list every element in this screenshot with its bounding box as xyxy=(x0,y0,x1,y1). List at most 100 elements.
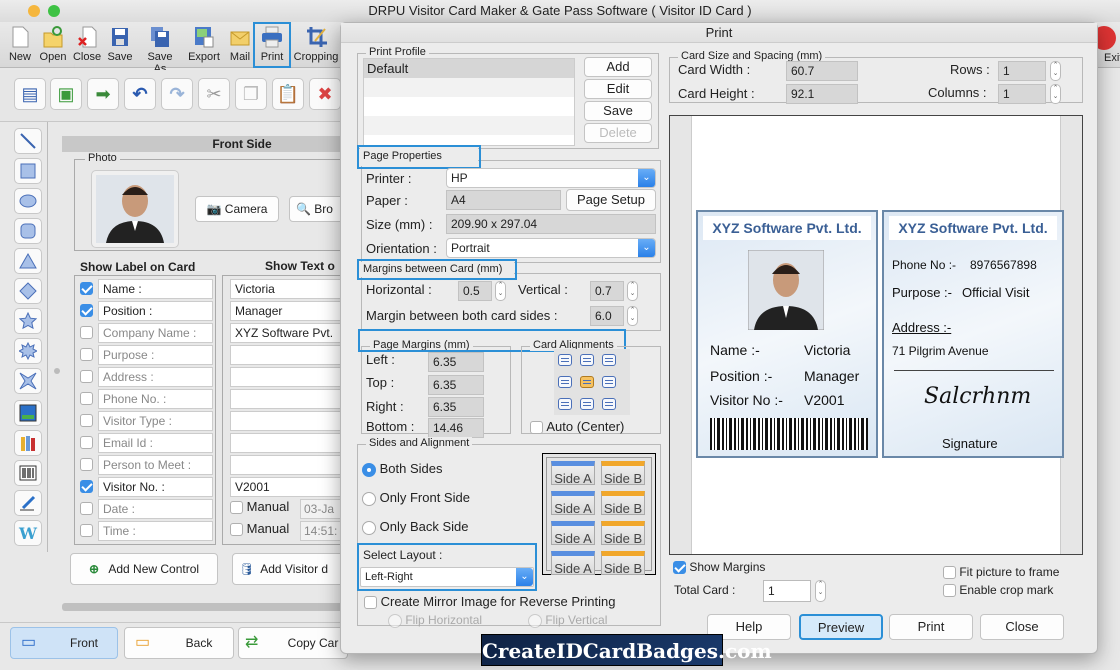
triangle-tool[interactable] xyxy=(14,248,42,274)
field-show-checkbox[interactable] xyxy=(80,282,93,295)
undo-button[interactable]: ↶ xyxy=(124,78,156,110)
tab-copy-card[interactable]: ⇄ Copy Car xyxy=(238,627,348,659)
delete-button[interactable]: ✖ xyxy=(309,78,341,110)
field-label-input[interactable]: Company Name : xyxy=(98,323,213,343)
paste-button[interactable]: 📋 xyxy=(272,78,304,110)
manual-option[interactable]: Manual 03-Ja xyxy=(230,499,352,519)
card-width-value[interactable]: 60.7 xyxy=(786,61,858,81)
orientation-select[interactable]: Portrait ⌄ xyxy=(446,238,656,258)
field-show-checkbox[interactable] xyxy=(80,370,93,383)
field-show-checkbox[interactable] xyxy=(80,392,93,405)
toolbar-close-button[interactable]: Close xyxy=(72,24,102,66)
field-label-input[interactable]: Purpose : xyxy=(98,345,213,365)
copy-button[interactable]: ❐ xyxy=(235,78,267,110)
show-margins-checkbox[interactable] xyxy=(673,561,686,575)
preview-button[interactable]: Preview xyxy=(799,614,883,640)
field-show-checkbox[interactable] xyxy=(80,414,93,427)
field-label-input[interactable]: Person to Meet : xyxy=(98,455,213,475)
manual-checkbox[interactable] xyxy=(230,523,243,537)
picture-tool[interactable] xyxy=(14,400,42,426)
toolbar-cropping-button[interactable]: Cropping xyxy=(292,24,340,66)
profile-item[interactable]: Default xyxy=(364,59,574,78)
text-tool-button[interactable]: ▤ xyxy=(14,78,46,110)
vertical-stepper[interactable]: ⌃ ⌄ xyxy=(627,281,638,301)
align-middle-left[interactable] xyxy=(558,376,572,388)
field-text-input[interactable] xyxy=(230,433,352,453)
field-label-input[interactable]: Visitor Type : xyxy=(98,411,213,431)
page-setup-button[interactable]: Page Setup xyxy=(566,189,656,211)
flip-vertical-radio[interactable]: Flip Vertical xyxy=(528,613,607,628)
visitor-photo[interactable] xyxy=(91,170,179,248)
fit-picture-option[interactable]: Fit picture to frame xyxy=(943,565,1059,580)
print-button[interactable]: Print xyxy=(889,614,973,640)
field-text-input[interactable] xyxy=(230,367,352,387)
right-margin-value[interactable]: 6.35 xyxy=(428,397,484,417)
both-sides-stepper[interactable]: ⌃ ⌄ xyxy=(627,306,638,326)
toolbar-save-as-button[interactable]: Save As xyxy=(140,24,180,75)
horizontal-scrollbar[interactable] xyxy=(62,603,352,611)
field-label-input[interactable]: Name : xyxy=(98,279,213,299)
align-bottom-right[interactable] xyxy=(602,398,616,410)
both-sides-radio[interactable]: Both Sides xyxy=(362,461,443,477)
left-margin-value[interactable]: 6.35 xyxy=(428,352,484,372)
align-top-center[interactable] xyxy=(580,354,594,366)
auto-center-option[interactable]: Auto (Center) xyxy=(530,419,624,435)
rectangle-tool[interactable] xyxy=(14,158,42,184)
rows-value[interactable]: 1 xyxy=(998,61,1046,81)
align-top-left[interactable] xyxy=(558,354,572,366)
field-label-input[interactable]: Position : xyxy=(98,301,213,321)
align-bottom-left[interactable] xyxy=(558,398,572,410)
fit-picture-checkbox[interactable] xyxy=(943,566,956,580)
splitter-handle[interactable] xyxy=(54,368,60,374)
columns-value[interactable]: 1 xyxy=(998,84,1046,104)
image-tool-button[interactable]: ▣ xyxy=(50,78,82,110)
radio-selected[interactable] xyxy=(362,462,376,477)
import-tool-button[interactable]: ➡ xyxy=(87,78,119,110)
burst-tool[interactable] xyxy=(14,338,42,364)
radio-disabled[interactable] xyxy=(528,613,542,628)
barcode-tool[interactable] xyxy=(14,460,42,486)
toolbar-print-button[interactable]: Print xyxy=(253,22,291,68)
align-middle-center[interactable] xyxy=(580,376,594,388)
radio-disabled[interactable] xyxy=(388,613,402,628)
mirror-image-checkbox[interactable] xyxy=(364,596,377,610)
profile-list[interactable]: Default xyxy=(363,58,575,146)
field-label-input[interactable]: Date : xyxy=(98,499,213,519)
line-tool[interactable] xyxy=(14,128,42,154)
total-card-input[interactable]: 1 xyxy=(763,580,811,602)
field-text-input[interactable] xyxy=(230,455,352,475)
tab-front[interactable]: ▭ Front xyxy=(10,627,118,659)
field-text-input[interactable]: Victoria xyxy=(230,279,352,299)
total-card-stepper[interactable]: ⌃ ⌄ xyxy=(815,580,826,602)
field-label-input[interactable]: Visitor No. : xyxy=(98,477,213,497)
only-back-radio[interactable]: Only Back Side xyxy=(362,519,469,535)
field-show-checkbox[interactable] xyxy=(80,502,93,515)
field-text-input[interactable] xyxy=(230,389,352,409)
toolbar-new-button[interactable]: New xyxy=(6,24,34,66)
profile-edit-button[interactable]: Edit xyxy=(584,79,652,99)
printer-select[interactable]: HP ⌄ xyxy=(446,168,656,188)
field-label-input[interactable]: Phone No. : xyxy=(98,389,213,409)
field-label-input[interactable]: Address : xyxy=(98,367,213,387)
field-text-input[interactable] xyxy=(230,411,352,431)
show-margins-option[interactable]: Show Margins xyxy=(673,560,765,575)
field-show-checkbox[interactable] xyxy=(80,436,93,449)
signature-tool[interactable] xyxy=(14,490,42,516)
field-text-input[interactable]: Manager xyxy=(230,301,352,321)
profile-delete-button[interactable]: Delete xyxy=(584,123,652,143)
field-text-input[interactable]: XYZ Software Pvt. xyxy=(230,323,352,343)
tab-back[interactable]: ▭ Back xyxy=(124,627,234,659)
toolbar-save-button[interactable]: Save xyxy=(106,24,134,66)
top-margin-value[interactable]: 6.35 xyxy=(428,375,484,395)
auto-center-checkbox[interactable] xyxy=(530,421,543,435)
camera-button[interactable]: 📷 Camera xyxy=(195,196,279,222)
align-middle-right[interactable] xyxy=(602,376,616,388)
only-front-radio[interactable]: Only Front Side xyxy=(362,490,470,506)
field-show-checkbox[interactable] xyxy=(80,458,93,471)
zoom-button[interactable] xyxy=(48,5,60,17)
field-label-input[interactable]: Email Id : xyxy=(98,433,213,453)
profile-add-button[interactable]: Add xyxy=(584,57,652,77)
add-new-control-button[interactable]: ⊕ Add New Control xyxy=(70,553,218,585)
field-show-checkbox[interactable] xyxy=(80,524,93,537)
align-bottom-center[interactable] xyxy=(580,398,594,410)
